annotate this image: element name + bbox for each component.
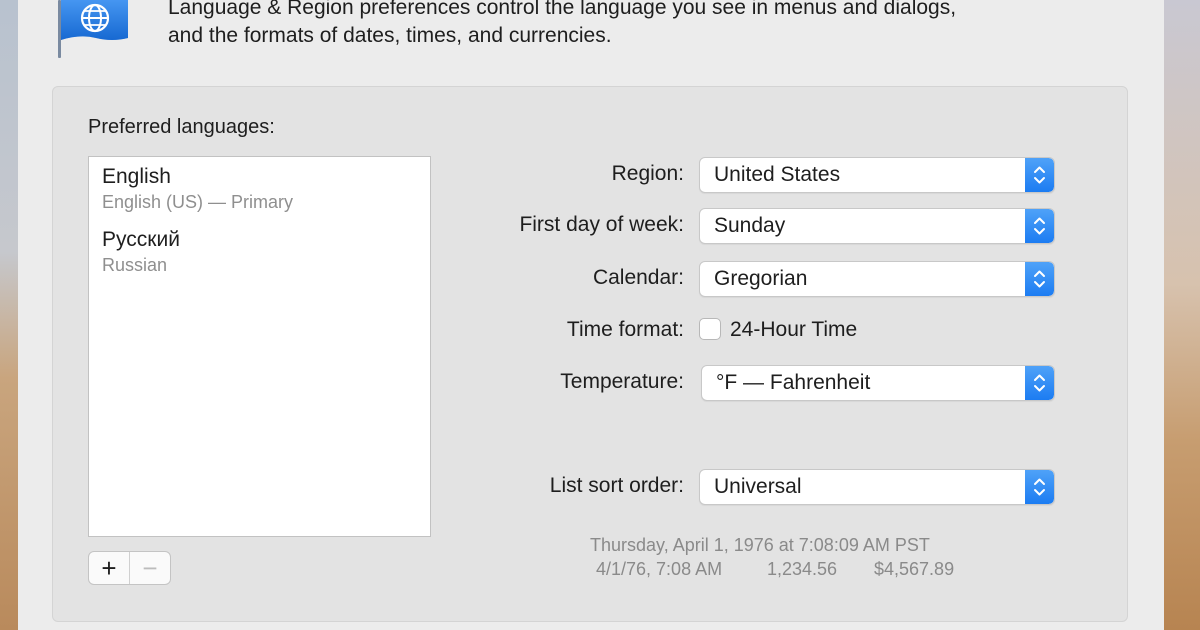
list-item[interactable]: Русский Russian — [102, 227, 180, 277]
remove-language-button[interactable]: − — [129, 552, 170, 584]
region-popup[interactable]: United States — [699, 157, 1055, 193]
time-format-label: Time format: — [566, 318, 684, 341]
region-value: United States — [714, 163, 841, 186]
temperature-popup[interactable]: °F — Fahrenheit — [701, 365, 1055, 401]
language-name: Русский — [102, 228, 180, 251]
temperature-label: Temperature: — [560, 370, 684, 393]
calendar-popup[interactable]: Gregorian — [699, 261, 1055, 297]
sort-order-popup[interactable]: Universal — [699, 469, 1055, 505]
add-remove-control: + − — [88, 551, 171, 585]
desktop-wallpaper-right — [1164, 0, 1200, 630]
description-line-2: and the formats of dates, times, and cur… — [168, 24, 612, 47]
updown-chevron-icon — [1025, 366, 1054, 400]
sample-short-date: 4/1/76, 7:08 AM — [596, 559, 723, 579]
list-item[interactable]: English English (US) — Primary — [102, 164, 293, 214]
sort-order-value: Universal — [714, 475, 802, 498]
updown-chevron-icon — [1025, 209, 1054, 243]
globe-flag-icon — [58, 0, 128, 58]
updown-chevron-icon — [1025, 158, 1054, 192]
first-day-label: First day of week: — [519, 213, 684, 236]
24-hour-time-checkbox[interactable] — [699, 318, 721, 340]
header-description: Language & Region preferences control th… — [168, 0, 1128, 50]
sample-currency: $4,567.89 — [874, 559, 955, 579]
calendar-label: Calendar: — [592, 266, 684, 289]
language-list[interactable]: English English (US) — Primary Русский R… — [88, 156, 431, 537]
sort-order-label: List sort order: — [549, 474, 684, 497]
24-hour-time-label[interactable]: 24-Hour Time — [730, 318, 857, 342]
calendar-value: Gregorian — [714, 267, 808, 290]
language-subtitle: English (US) — Primary — [102, 192, 294, 212]
language-subtitle: Russian — [102, 255, 168, 275]
sample-datetime: Thursday, April 1, 1976 at 7:08:09 AM PS… — [590, 535, 930, 555]
description-line-1: Language & Region preferences control th… — [168, 0, 957, 19]
updown-chevron-icon — [1025, 262, 1054, 296]
preferred-languages-label: Preferred languages: — [88, 116, 275, 138]
first-day-value: Sunday — [714, 214, 786, 237]
add-language-button[interactable]: + — [89, 552, 129, 584]
language-name: English — [102, 165, 171, 188]
updown-chevron-icon — [1025, 470, 1054, 504]
temperature-value: °F — Fahrenheit — [716, 371, 871, 394]
sample-number: 1,234.56 — [767, 559, 838, 579]
desktop-wallpaper-left — [0, 0, 18, 630]
first-day-popup[interactable]: Sunday — [699, 208, 1055, 244]
region-label: Region: — [611, 162, 684, 185]
